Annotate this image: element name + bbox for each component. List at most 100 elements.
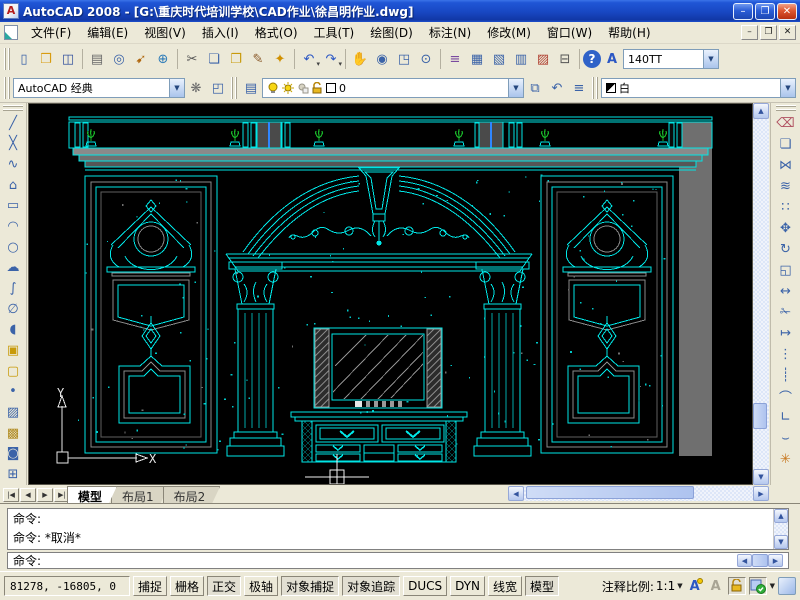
copy-clip-button[interactable]: ❏ [203,48,225,70]
match-properties-button[interactable]: ✎ [247,48,269,70]
help-button[interactable]: ? [583,50,601,68]
erase-button[interactable]: ⌫ [775,113,797,134]
menu-tools[interactable]: 工具(T) [306,22,363,43]
gradient-button[interactable]: ▩ [2,423,24,444]
join-button[interactable]: ⌒ [775,386,797,407]
layer-vp-freeze-icon[interactable] [297,82,309,94]
annotation-visibility-icon[interactable]: A [686,577,704,595]
plot-button[interactable]: ▤ [86,48,108,70]
explode-button[interactable]: ✳ [775,449,797,470]
chevron-down-icon[interactable]: ▼ [703,50,718,68]
mdi-close-button[interactable]: ✕ [779,25,796,40]
polygon-button[interactable]: ⌂ [2,175,24,196]
scroll-track[interactable] [753,119,769,469]
layer-combo[interactable]: 0 ▼ [262,78,524,98]
titlebar[interactable]: A AutoCAD 2008 - [G:\重庆时代培训学校\CAD作业\徐昌明作… [0,0,800,22]
make-block-button[interactable]: ▢ [2,361,24,382]
scroll-thumb[interactable] [752,554,768,567]
toggle-snap[interactable]: 捕捉 [133,576,167,596]
chevron-down-icon[interactable]: ▼ [677,582,682,590]
tab-model[interactable]: 模型 [67,486,117,503]
canvas-vertical-scrollbar[interactable]: ▲ ▼ [753,103,769,485]
menu-modify[interactable]: 修改(M) [479,22,539,43]
canvas-horizontal-scrollbar[interactable]: ◀ ▶ [508,486,769,501]
tab-nav-first-button[interactable]: |◀ [3,488,19,502]
scroll-thumb[interactable] [526,486,694,499]
drawing-doc-icon[interactable] [4,25,18,40]
quickcalc-button[interactable]: ⊟ [554,48,576,70]
menu-format[interactable]: 格式(O) [247,22,306,43]
3d-dwf-button[interactable]: ⊕ [152,48,174,70]
mdi-minimize-button[interactable]: – [741,25,758,40]
toggle-ducs[interactable]: DUCS [403,576,447,596]
chevron-down-icon[interactable]: ▼ [508,79,523,97]
break-at-point-button[interactable]: ⋮ [775,344,797,365]
scroll-track[interactable] [524,486,753,501]
offset-button[interactable]: ≋ [775,176,797,197]
polyline-button[interactable]: ∿ [2,154,24,175]
status-menu-chevron-icon[interactable]: ▼ [770,582,775,590]
menu-dimension[interactable]: 标注(N) [421,22,479,43]
make-object-layer-current-button[interactable]: ⧉ [524,77,546,99]
construction-line-button[interactable]: ╳ [2,134,24,155]
circle-button[interactable]: ○ [2,237,24,258]
command-input[interactable]: 命令: ◀ ▶ [7,552,789,569]
drawing-canvas[interactable]: Y X [28,103,753,485]
line-button[interactable]: ╱ [2,113,24,134]
undo-button[interactable]: ↶▾ [298,48,320,70]
close-button[interactable]: ✕ [777,3,797,20]
spline-button[interactable]: ∫ [2,278,24,299]
insert-block-button[interactable]: ▣ [2,340,24,361]
menu-view[interactable]: 视图(V) [136,22,194,43]
ellipse-button[interactable]: ∅ [2,299,24,320]
command-horizontal-scrollbar[interactable]: ◀ ▶ [737,554,783,567]
window-positions-icon[interactable] [749,577,767,595]
stretch-button[interactable]: ↔ [775,281,797,302]
copy-button[interactable]: ❏ [775,134,797,155]
workspace-settings-button[interactable]: ❋ [185,77,207,99]
pan-button[interactable]: ✋ [349,48,371,70]
menu-file[interactable]: 文件(F) [23,22,79,43]
block-editor-button[interactable]: ✦ [269,48,291,70]
chevron-down-icon[interactable]: ▼ [169,79,184,97]
designcenter-button[interactable]: ▦ [466,48,488,70]
table-button[interactable]: ⊞ [2,464,24,485]
scroll-left-icon[interactable]: ◀ [737,554,752,567]
scale-button[interactable]: ◱ [775,260,797,281]
toolbar-grip[interactable] [4,77,11,99]
layer-color-swatch[interactable] [326,83,336,93]
tab-layout1[interactable]: 布局1 [111,486,169,503]
toggle-dyn[interactable]: DYN [450,576,485,596]
new-button[interactable]: ▯ [13,48,35,70]
command-history[interactable]: 命令:命令: *取消* ▲ ▼ [7,508,789,550]
zoom-realtime-button[interactable]: ◉ [371,48,393,70]
layer-properties-manager-button[interactable]: ▤ [240,77,262,99]
redo-button[interactable]: ↷▾ [320,48,342,70]
scroll-up-icon[interactable]: ▲ [774,509,788,523]
annotation-scale-value[interactable]: 1:1 [656,579,675,593]
annotation-autoscale-icon[interactable]: A [707,577,725,595]
toggle-model-space[interactable]: 模型 [525,576,559,596]
array-button[interactable]: ∷ [775,197,797,218]
trim-button[interactable]: ✁ [775,302,797,323]
scroll-down-icon[interactable]: ▼ [753,469,769,485]
scroll-right-icon[interactable]: ▶ [768,554,783,567]
layer-previous-button[interactable]: ↶ [546,77,568,99]
scroll-down-icon[interactable]: ▼ [774,535,788,549]
ellipse-arc-button[interactable]: ◖ [2,320,24,341]
layer-lock-icon[interactable] [312,82,323,94]
chevron-down-icon[interactable]: ▾ [338,60,342,68]
scroll-up-icon[interactable]: ▲ [753,103,769,119]
chamfer-button[interactable]: ∟ [775,407,797,428]
restore-button[interactable]: ❐ [755,3,775,20]
toolbar-grip[interactable] [231,77,238,99]
revision-cloud-button[interactable]: ☁ [2,258,24,279]
text-style-combo[interactable]: 140TT ▼ [623,49,719,69]
move-button[interactable]: ✥ [775,218,797,239]
sheet-set-manager-button[interactable]: ▥ [510,48,532,70]
menu-edit[interactable]: 编辑(E) [79,22,136,43]
mirror-button[interactable]: ⋈ [775,155,797,176]
arc-button[interactable]: ◠ [2,216,24,237]
plot-preview-button[interactable]: ◎ [108,48,130,70]
publish-button[interactable]: ➹ [130,48,152,70]
